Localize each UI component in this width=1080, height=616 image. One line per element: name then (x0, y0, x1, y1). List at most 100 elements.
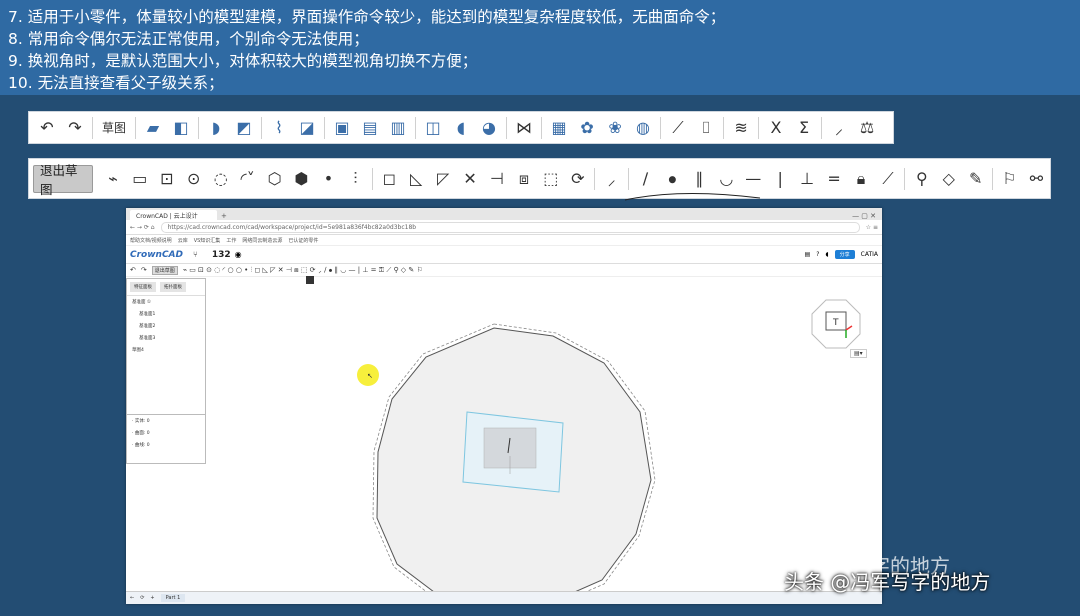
loft-icon[interactable]: ◪ (293, 114, 321, 142)
separator (821, 116, 823, 139)
curve-fragment (624, 192, 761, 201)
bookmark-item[interactable]: 工作 (226, 237, 236, 244)
collinear-icon[interactable]: ⟋ (874, 165, 901, 193)
trim-icon[interactable]: ✕ (457, 165, 484, 193)
polyline-icon[interactable]: ⌁ (99, 165, 126, 193)
axis-icon[interactable]: ⌷ (692, 114, 720, 142)
separator (261, 116, 263, 139)
curve-pattern-icon[interactable]: ❀ (601, 114, 629, 142)
new-tab-icon[interactable]: + (221, 212, 227, 220)
chamfer-sketch-icon[interactable]: ◺ (403, 165, 430, 193)
viewport-canvas[interactable]: ↖ (126, 278, 882, 592)
combine-icon[interactable]: ◍ (629, 114, 657, 142)
linear-pattern-icon[interactable]: ▦ (545, 114, 573, 142)
mass-properties-icon[interactable]: ⚖ (853, 114, 881, 142)
bookmark-item[interactable]: 帮助文档/视频说明 (130, 237, 172, 244)
user-menu[interactable]: CATIA (861, 251, 878, 258)
hexagon-icon[interactable]: ⬢ (288, 165, 315, 193)
separator (594, 167, 596, 190)
browser-tab[interactable]: CrownCAD | 云上设计 (130, 210, 217, 220)
part-tab[interactable]: Part 1 (160, 594, 186, 602)
separator (758, 116, 760, 139)
separator (371, 167, 373, 190)
extend-icon[interactable]: ⊣ (484, 165, 511, 193)
globe-icon[interactable]: ◉ (235, 250, 242, 259)
chamfer-icon[interactable]: ▤ (356, 114, 384, 142)
sweep-icon[interactable]: ⌇ (265, 114, 293, 142)
redo-icon[interactable]: ↷ (61, 114, 89, 142)
rib-icon[interactable]: ◖ (447, 114, 475, 142)
help-icon[interactable]: ? (816, 251, 819, 258)
header-actions: ▤ ? ◖ 分享 CATIA (805, 250, 878, 259)
exit-sketch-button[interactable]: 退出草图 (151, 265, 178, 275)
address-bar: ← → ⟳ ⌂ https://cad.crowncad.com/cad/wor… (126, 220, 882, 235)
hole-icon[interactable]: ◕ (475, 114, 503, 142)
repair-sketch-icon[interactable]: ✎ (962, 165, 989, 193)
note-line: 10. 无法直接查看父子级关系； (8, 74, 224, 92)
separator (92, 116, 93, 139)
check-sketch-icon[interactable]: ⚯ (1023, 165, 1050, 193)
convert-entities-icon[interactable]: ⬚ (537, 165, 564, 193)
bookmark-item[interactable]: VS知识汇集 (194, 237, 221, 244)
shell-icon[interactable]: ▥ (384, 114, 412, 142)
cut-extrude-icon[interactable]: ◧ (167, 114, 195, 142)
extrude-icon[interactable]: ▰ (139, 114, 167, 142)
centerline-icon[interactable]: ⫶ (342, 165, 369, 193)
delete-relations-icon[interactable]: ⚲ (908, 165, 935, 193)
equal-icon[interactable]: = (821, 165, 848, 193)
view-options-button[interactable]: ▤▾ (850, 349, 867, 358)
bookmark-item[interactable]: 已认证的零件 (288, 237, 318, 244)
helix-icon[interactable]: ≋ (727, 114, 755, 142)
bottom-bar: ← ⟳ + Part 1 (126, 591, 882, 604)
back-icon[interactable]: ← (130, 595, 134, 601)
sketch-button[interactable]: 草图 (96, 116, 132, 140)
bookmark-item[interactable]: 云库 (178, 237, 188, 244)
undo-icon[interactable]: ↶ (130, 266, 136, 274)
window-controls[interactable]: — ▢ ✕ (852, 212, 882, 220)
browser-menu-icon[interactable]: ☆ ≡ (866, 224, 878, 231)
arc-icon[interactable]: ◜˅ (234, 165, 261, 193)
mirror-icon[interactable]: ⋈ (510, 114, 538, 142)
sketch-toolbar: 退出草图 ⌁ ▭ ⊡ ⊙ ◌ ◜˅ ⬡ ⬢ • ⫶ ◻ ◺ ◸ ✕ ⊣ ⧈ ⬚ … (28, 158, 1051, 199)
view-cube[interactable]: T (806, 294, 866, 354)
sketch-tools-icon[interactable]: ⌁ ▭ ⊡ ⊙ ◌ ◜ ○ ○ • ⫶ ◻ ◺ ◸ ✕ ⊣ ⧈ ⬚ ⟳ ⸝ ∕ … (183, 266, 423, 275)
refresh-icon[interactable]: ⟳ (140, 595, 144, 601)
fix-icon[interactable]: 🔒︎ (848, 165, 875, 193)
plane-icon[interactable]: ⟋ (664, 114, 692, 142)
display-relations-icon[interactable]: ◇ (935, 165, 962, 193)
vertical-icon[interactable]: | (767, 165, 794, 193)
chat-icon[interactable]: ◖ (825, 251, 828, 258)
bookmark-item[interactable]: 网络同云制造云源 (242, 237, 282, 244)
add-icon[interactable]: + (150, 595, 154, 601)
layout-icon[interactable]: ▤ (805, 251, 811, 258)
intersection-curve-icon[interactable]: ⟳ (564, 165, 591, 193)
point-icon[interactable]: • (315, 165, 342, 193)
perpendicular-icon[interactable]: ⊥ (794, 165, 821, 193)
revolve-icon[interactable]: ◗ (202, 114, 230, 142)
url-input[interactable]: https://cad.crowncad.com/cad/workspace/p… (160, 221, 860, 233)
share-button[interactable]: 分享 (834, 250, 855, 259)
fillet-sketch-icon[interactable]: ◻ (376, 165, 403, 193)
draft-icon[interactable]: ◫ (419, 114, 447, 142)
redo-icon[interactable]: ↷ (141, 266, 147, 274)
variable-button[interactable]: X (762, 114, 790, 142)
rectangle-icon[interactable]: ▭ (126, 165, 153, 193)
center-rectangle-icon[interactable]: ⊡ (153, 165, 180, 193)
corner-icon[interactable]: ◸ (430, 165, 457, 193)
sketch-settings-icon[interactable]: ⚐ (996, 165, 1023, 193)
view-cube-label: T (832, 318, 839, 328)
fillet-icon[interactable]: ▣ (328, 114, 356, 142)
revolve-cut-icon[interactable]: ◩ (230, 114, 258, 142)
offset-icon[interactable]: ⧈ (510, 165, 537, 193)
equation-button[interactable]: Σ (790, 114, 818, 142)
measure-icon[interactable]: ⸝ (825, 114, 853, 142)
branch-icon[interactable]: ⑂ (193, 250, 198, 259)
polygon-icon[interactable]: ⬡ (261, 165, 288, 193)
nav-arrows-icon[interactable]: ← → ⟳ ⌂ (130, 224, 155, 231)
circle-icon[interactable]: ⊙ (180, 165, 207, 193)
three-point-circle-icon[interactable]: ◌ (207, 165, 234, 193)
exit-sketch-button[interactable]: 退出草图 (33, 163, 94, 197)
separator (992, 167, 994, 190)
circular-pattern-icon[interactable]: ✿ (573, 114, 601, 142)
undo-icon[interactable]: ↶ (33, 114, 61, 142)
